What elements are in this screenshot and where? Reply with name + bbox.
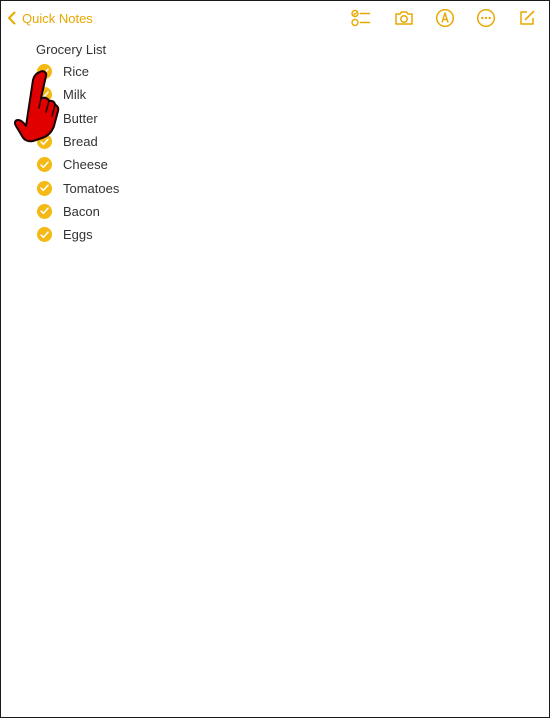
item-label: Rice [63, 64, 90, 80]
item-label: Tomatoes [63, 180, 120, 196]
item-label: Milk [63, 87, 87, 103]
item-label: Bread [63, 134, 98, 150]
checked-circle-icon[interactable] [37, 203, 52, 219]
checklist-button[interactable] [350, 7, 372, 29]
item-label: Eggs [63, 227, 93, 243]
checked-circle-icon[interactable] [37, 180, 52, 196]
chevron-left-icon [8, 11, 16, 25]
back-button[interactable]: Quick Notes [7, 8, 93, 28]
more-button[interactable] [475, 7, 497, 29]
checklist-item[interactable]: Tomatoes [37, 176, 119, 199]
checklist-item[interactable]: Cheese [37, 153, 119, 176]
back-label: Quick Notes [22, 10, 93, 26]
item-label: Butter [63, 110, 98, 126]
checked-circle-icon[interactable] [37, 157, 52, 173]
notes-window: Quick Notes Grocery List Rice Milk Butte… [0, 0, 550, 718]
item-label: Cheese [63, 157, 108, 173]
camera-button[interactable] [393, 7, 415, 29]
compose-icon [520, 10, 535, 25]
markup-button[interactable] [434, 7, 456, 29]
markup-pen-icon [435, 8, 455, 28]
checklist-item[interactable]: Bacon [37, 200, 119, 223]
compose-button[interactable] [516, 7, 538, 29]
note-title[interactable]: Grocery List [36, 42, 106, 57]
tap-hand-icon [13, 70, 60, 143]
checklist-item[interactable]: Eggs [37, 223, 119, 246]
more-icon [476, 8, 496, 28]
checklist-icon [351, 9, 371, 27]
toolbar: Quick Notes [1, 1, 549, 37]
camera-icon [395, 11, 413, 25]
item-label: Bacon [63, 203, 100, 219]
checked-circle-icon[interactable] [37, 227, 52, 243]
